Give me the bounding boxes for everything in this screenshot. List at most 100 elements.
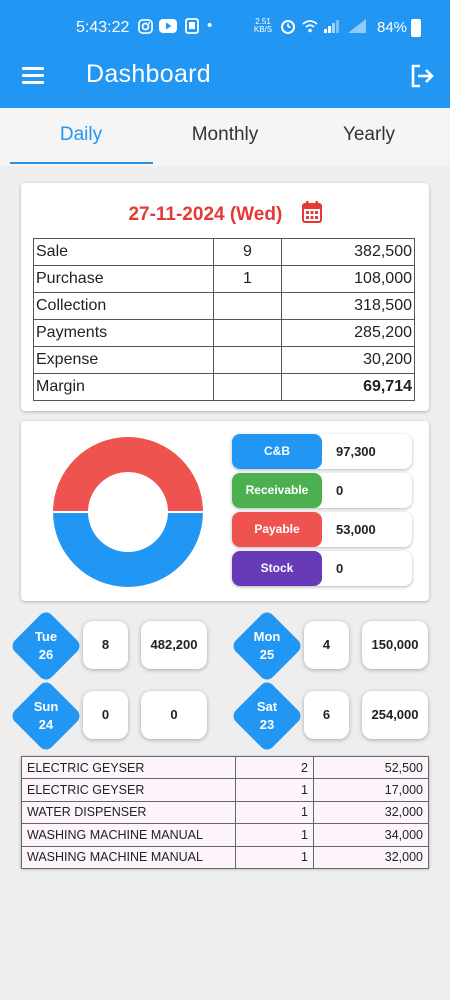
stat-label: Payable [232,512,322,547]
tab-monthly[interactable]: Monthly [153,124,297,146]
stat-value: 53,000 [336,522,376,537]
day-badge-text: Mon 25 [253,629,281,662]
summary-row-payments: Payments 285,200 [33,319,415,347]
summary-count [213,319,282,347]
tab-daily[interactable]: Daily [9,124,153,146]
stat-value: 0 [336,561,344,576]
youtube-icon [159,19,177,33]
item-qty: 1 [235,778,314,802]
stat-label: Receivable [232,473,322,508]
summary-card: 27-11-2024 (Wed) Sale 9 382,500 Purchase… [21,183,429,411]
summary-label: Margin [33,373,214,401]
wifi-icon [302,20,318,33]
summary-label: Sale [33,238,214,266]
day-badge-text: Sun 24 [33,699,59,732]
summary-row-sale: Sale 9 382,500 [33,238,415,266]
summary-amount: 382,500 [281,238,415,266]
table-row[interactable]: WASHING MACHINE MANUAL 1 34,000 [21,823,429,847]
item-qty: 1 [235,800,314,825]
dot-icon: • [207,17,213,34]
summary-row-purchase: Purchase 1 108,000 [33,265,415,293]
stat-stock[interactable]: Stock 0 [232,551,412,586]
item-amount: 32,000 [313,800,429,825]
day-badge-text: Sat 23 [256,699,278,732]
table-row[interactable]: ELECTRIC GEYSER 2 52,500 [21,755,429,780]
stat-value: 97,300 [336,444,376,459]
day-count: 0 [83,691,128,739]
status-notification-icons: • [138,17,212,35]
balance-card: C&B 97,300 Receivable 0 Payable 53,000 S… [21,421,429,601]
summary-amount: 318,500 [281,292,415,320]
item-amount: 34,000 [313,823,429,847]
item-name: WASHING MACHINE MANUAL [21,823,236,847]
summary-count [213,346,282,374]
item-amount: 52,500 [313,755,429,780]
day-amount: 150,000 [362,621,428,669]
summary-count [213,373,282,401]
day-count: 6 [304,691,349,739]
summary-amount: 108,000 [281,265,415,293]
signal-icon-2 [348,19,366,33]
summary-row-margin: Margin 69,714 [33,373,415,401]
date-row: 27-11-2024 (Wed) [21,201,429,226]
day-badge-text: Tue 26 [34,629,58,662]
summary-count: 9 [213,238,282,266]
item-name: WATER DISPENSER [21,800,236,825]
app-notification-icon [185,18,199,34]
network-speed: 2.51 KB/S [253,17,273,34]
item-amount: 17,000 [313,778,429,802]
day-amount: 482,200 [141,621,207,669]
item-name: WASHING MACHINE MANUAL [21,845,236,869]
summary-amount: 285,200 [281,319,415,347]
item-qty: 1 [235,823,314,847]
item-name: ELECTRIC GEYSER [21,778,236,802]
donut-segment-red [53,437,203,512]
stat-receivable[interactable]: Receivable 0 [232,473,412,508]
stat-payable[interactable]: Payable 53,000 [232,512,412,547]
app-bar: 5:43:22 • 2.51 KB/S 84% Dashboard [0,0,450,108]
item-qty: 1 [235,845,314,869]
table-row[interactable]: WATER DISPENSER 1 32,000 [21,800,429,825]
summary-amount: 30,200 [281,346,415,374]
stat-label: Stock [232,551,322,586]
battery-percent: 84% [377,19,408,36]
calendar-icon[interactable] [301,201,322,223]
tab-indicator [10,162,153,164]
sold-items-table: ELECTRIC GEYSER 2 52,500 ELECTRIC GEYSER… [21,755,429,869]
table-row[interactable]: WASHING MACHINE MANUAL 1 32,000 [21,845,429,869]
day-amount: 0 [141,691,207,739]
menu-icon[interactable] [22,67,44,85]
status-system-icons: 2.51 KB/S [252,18,366,34]
summary-label: Expense [33,346,214,374]
selected-date: 27-11-2024 (Wed) [128,204,283,225]
summary-table: Sale 9 382,500 Purchase 1 108,000 Collec… [33,238,415,401]
summary-count [213,292,282,320]
status-time: 5:43:22 [76,19,130,36]
summary-label: Purchase [33,265,214,293]
item-qty: 2 [235,755,314,780]
table-row[interactable]: ELECTRIC GEYSER 1 17,000 [21,778,429,802]
period-tabs: Daily Monthly Yearly [0,108,450,166]
instagram-icon [138,18,153,34]
item-name: ELECTRIC GEYSER [21,755,236,780]
day-amount: 254,000 [362,691,428,739]
status-bar: 5:43:22 • 2.51 KB/S 84% [0,0,450,56]
summary-label: Collection [33,292,214,320]
summary-row-expense: Expense 30,200 [33,346,415,374]
page-title: Dashboard [86,60,212,88]
stat-cash-bank[interactable]: C&B 97,300 [232,434,412,469]
signal-icon [324,20,339,33]
stat-label: C&B [232,434,322,469]
summary-row-collection: Collection 318,500 [33,292,415,320]
item-amount: 32,000 [313,845,429,869]
logout-icon[interactable] [408,62,436,90]
summary-amount: 69,714 [281,373,415,401]
battery-icon [411,19,421,37]
balance-donut-chart [53,437,203,587]
sold-items-card: ELECTRIC GEYSER 2 52,500 ELECTRIC GEYSER… [21,755,429,869]
tab-yearly[interactable]: Yearly [297,124,441,146]
day-count: 8 [83,621,128,669]
summary-count: 1 [213,265,282,293]
alarm-icon [281,20,295,34]
donut-segment-blue [53,512,203,587]
